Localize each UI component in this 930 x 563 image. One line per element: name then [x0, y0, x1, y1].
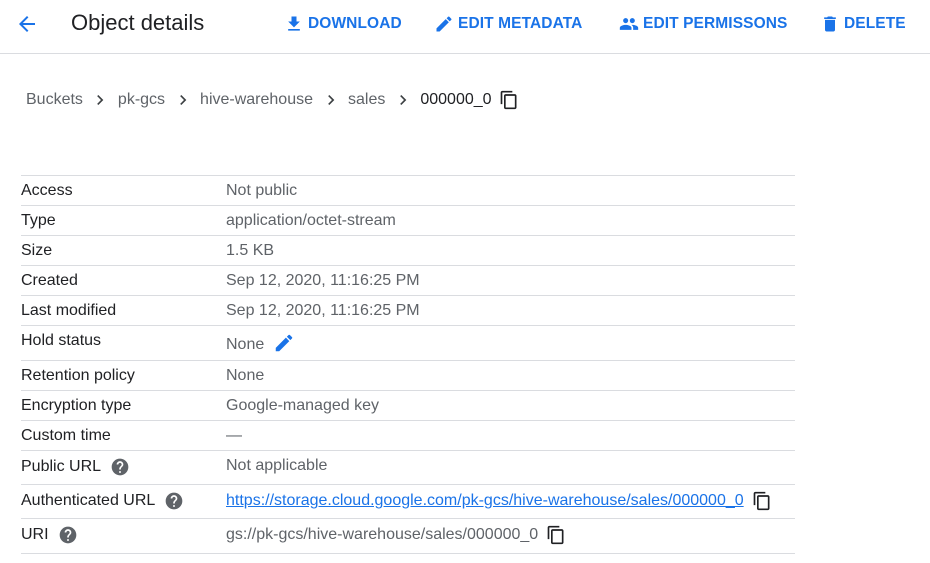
detail-value: —	[226, 427, 242, 444]
detail-row-type: Type application/octet-stream	[21, 206, 795, 236]
detail-value: None	[226, 367, 265, 384]
detail-value: Sep 12, 2020, 11:16:25 PM	[226, 272, 420, 289]
detail-label: Access	[21, 182, 73, 199]
edit-permissions-button[interactable]: EDIT PERMISSONS	[619, 13, 787, 35]
detail-value-wrap: gs://pk-gcs/hive-warehouse/sales/000000_…	[226, 525, 566, 545]
header-bar: Object details DOWNLOAD EDIT METADATA ED…	[0, 0, 930, 54]
page-title: Object details	[71, 10, 205, 35]
detail-label: Retention policy	[21, 367, 135, 384]
chevron-right-icon	[165, 90, 200, 110]
help-circle-icon	[165, 492, 183, 510]
people-icon	[619, 18, 639, 30]
edit-metadata-button[interactable]: EDIT METADATA	[434, 13, 582, 35]
detail-row-created: Created Sep 12, 2020, 11:16:25 PM	[21, 266, 795, 296]
detail-label: Authenticated URL	[21, 492, 156, 509]
arrow-back-icon	[19, 16, 35, 32]
breadcrumb-item-folder-hive-warehouse[interactable]: hive-warehouse	[200, 91, 313, 109]
authenticated-url-link[interactable]: https://storage.cloud.google.com/pk-gcs/…	[226, 492, 744, 510]
edit-hold-status-button[interactable]	[273, 332, 295, 354]
edit-permissions-label: EDIT PERMISSONS	[643, 15, 788, 32]
detail-label: Type	[21, 212, 56, 229]
detail-label-wrap: URI	[21, 525, 78, 545]
pencil-icon	[276, 334, 293, 352]
detail-label-wrap: Public URL	[21, 457, 130, 477]
detail-row-hold-status: Hold status None	[21, 326, 795, 361]
detail-value: application/octet-stream	[226, 212, 396, 229]
detail-label: URI	[21, 526, 49, 543]
chevron-right-icon	[313, 90, 348, 110]
breadcrumb-item-object: 000000_0	[420, 91, 492, 108]
detail-value: Not applicable	[226, 457, 328, 474]
breadcrumb: Buckets pk-gcs hive-warehouse sales 0000…	[26, 88, 519, 112]
detail-row-uri: URI gs://pk-gcs/hive-warehouse/sales/000…	[21, 519, 795, 554]
pencil-icon	[436, 16, 452, 32]
authenticated-url-help-button[interactable]	[164, 491, 184, 511]
detail-value: 1.5 KB	[226, 242, 275, 259]
download-label: DOWNLOAD	[308, 15, 402, 32]
detail-label: Encryption type	[21, 397, 132, 414]
detail-label: Size	[21, 242, 53, 259]
detail-value: None	[226, 335, 265, 353]
copy-path-button[interactable]	[499, 90, 519, 110]
copy-icon	[753, 491, 770, 511]
delete-button[interactable]: DELETE	[820, 13, 906, 35]
detail-label: Last modified	[21, 302, 117, 319]
detail-value: gs://pk-gcs/hive-warehouse/sales/000000_…	[226, 526, 539, 543]
detail-value: Google-managed key	[226, 397, 379, 414]
help-circle-icon	[111, 458, 129, 476]
detail-row-encryption-type: Encryption type Google-managed key	[21, 391, 795, 421]
chevron-right-icon	[83, 90, 118, 110]
delete-label: DELETE	[844, 15, 906, 32]
detail-row-size: Size 1.5 KB	[21, 236, 795, 266]
copy-authenticated-url-button[interactable]	[752, 491, 772, 511]
object-details-table: Access Not public Type application/octet…	[21, 175, 795, 554]
edit-metadata-label: EDIT METADATA	[458, 15, 583, 32]
breadcrumb-item-buckets[interactable]: Buckets	[26, 91, 83, 109]
detail-label: Custom time	[21, 427, 111, 444]
detail-label: Public URL	[21, 458, 102, 475]
detail-label-wrap: Authenticated URL	[21, 491, 184, 511]
detail-value-wrap: https://storage.cloud.google.com/pk-gcs/…	[226, 491, 772, 511]
download-button[interactable]: DOWNLOAD	[284, 13, 402, 35]
copy-icon	[547, 525, 564, 545]
detail-row-public-url: Public URL Not applicable	[21, 451, 795, 485]
detail-row-authenticated-url: Authenticated URL https://storage.cloud.…	[21, 485, 795, 519]
back-button[interactable]	[12, 9, 42, 39]
detail-row-custom-time: Custom time —	[21, 421, 795, 451]
detail-value: Not public	[226, 182, 298, 199]
detail-row-access: Access Not public	[21, 176, 795, 206]
public-url-help-button[interactable]	[110, 457, 130, 477]
detail-row-retention-policy: Retention policy None	[21, 361, 795, 391]
detail-label: Hold status	[21, 332, 102, 349]
chevron-right-icon	[385, 90, 420, 110]
help-circle-icon	[59, 526, 76, 544]
breadcrumb-item-folder-sales[interactable]: sales	[348, 91, 385, 109]
breadcrumb-item-bucket[interactable]: pk-gcs	[118, 91, 165, 109]
copy-icon	[500, 90, 517, 110]
uri-help-button[interactable]	[58, 525, 78, 545]
detail-value-wrap: None	[226, 332, 295, 354]
detail-label: Created	[21, 272, 78, 289]
detail-row-last-modified: Last modified Sep 12, 2020, 11:16:25 PM	[21, 296, 795, 326]
download-icon	[288, 16, 300, 31]
copy-uri-button[interactable]	[546, 525, 566, 545]
trash-icon	[824, 16, 836, 32]
detail-value: Sep 12, 2020, 11:16:25 PM	[226, 302, 420, 319]
